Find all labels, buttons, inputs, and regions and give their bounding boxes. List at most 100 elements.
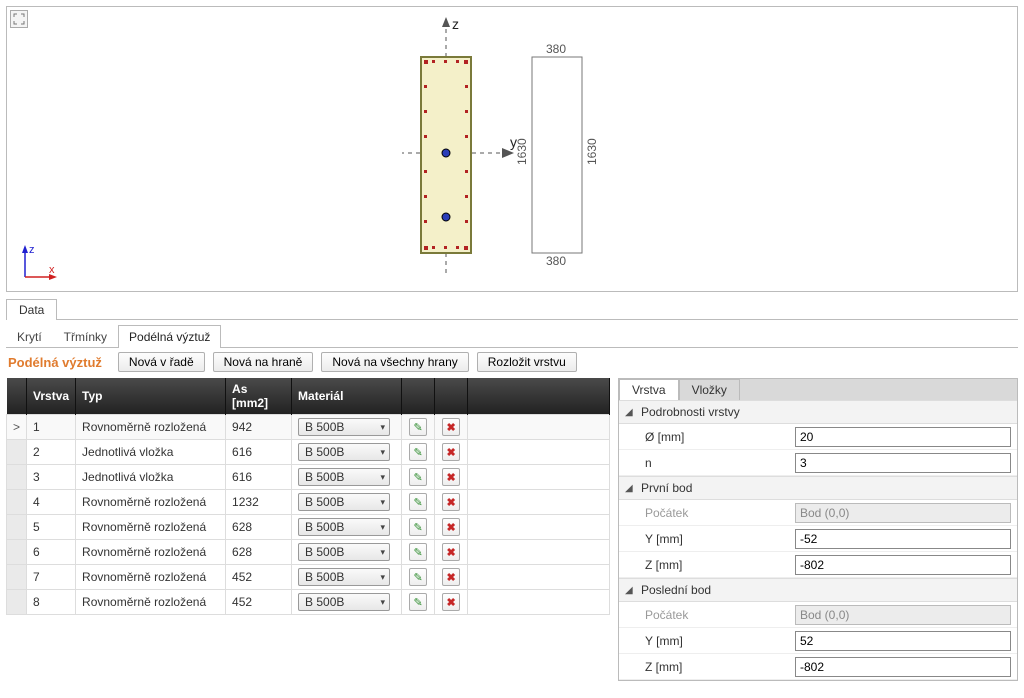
cell-as[interactable]: 1232	[226, 490, 292, 515]
table-row[interactable]: >1Rovnoměrně rozložená942B 500B▾✎✖	[7, 415, 610, 440]
edit-material-button[interactable]: ✎	[409, 543, 427, 561]
cell-as[interactable]: 452	[226, 590, 292, 615]
cell-material[interactable]: B 500B▾	[292, 590, 402, 615]
cell-vrstva[interactable]: 6	[27, 540, 76, 565]
cell-vrstva[interactable]: 4	[27, 490, 76, 515]
cell-material[interactable]: B 500B▾	[292, 440, 402, 465]
delete-row-button[interactable]: ✖	[442, 493, 460, 511]
material-dropdown[interactable]: B 500B▾	[298, 493, 390, 511]
reinforcement-grid[interactable]: Vrstva Typ As [mm2] Materiál >1Rovnoměrn…	[6, 378, 610, 681]
tab-vrstva[interactable]: Vrstva	[619, 379, 679, 400]
table-row[interactable]: 2Jednotlivá vložka616 B 500B▾ ✎ ✖	[7, 440, 610, 465]
cell-typ[interactable]: Rovnoměrně rozložená	[76, 490, 226, 515]
table-row[interactable]: 4Rovnoměrně rozložená1232 B 500B▾ ✎ ✖	[7, 490, 610, 515]
cell-spacer	[468, 540, 610, 565]
edit-material-button[interactable]: ✎	[409, 443, 427, 461]
tab-data[interactable]: Data	[6, 299, 57, 320]
tab-trminky[interactable]: Třmínky	[53, 325, 118, 348]
table-row[interactable]: 7Rovnoměrně rozložená452 B 500B▾ ✎ ✖	[7, 565, 610, 590]
cell-as[interactable]: 628	[226, 515, 292, 540]
material-dropdown[interactable]: B 500B▾	[298, 468, 390, 486]
delete-row-button[interactable]: ✖	[442, 568, 460, 586]
cell-as[interactable]: 616	[226, 465, 292, 490]
row-indicator	[7, 440, 27, 465]
cell-vrstva[interactable]: 2	[27, 440, 76, 465]
input-y-last[interactable]	[795, 631, 1011, 651]
cell-typ[interactable]: Rovnoměrně rozložená	[76, 540, 226, 565]
cell-vrstva[interactable]: 8	[27, 590, 76, 615]
delete-row-button[interactable]: ✖	[442, 443, 460, 461]
collapse-icon: ◢	[625, 407, 635, 418]
table-row[interactable]: 3Jednotlivá vložka616 B 500B▾ ✎ ✖	[7, 465, 610, 490]
fullscreen-icon	[13, 13, 25, 25]
material-dropdown[interactable]: B 500B▾	[298, 593, 390, 611]
col-material[interactable]: Materiál	[292, 378, 402, 415]
material-dropdown[interactable]: B 500B▾	[298, 418, 390, 436]
cell-vrstva[interactable]: 5	[27, 515, 76, 540]
edit-material-button[interactable]: ✎	[409, 593, 427, 611]
edit-material-button[interactable]: ✎	[409, 468, 427, 486]
collapse-icon: ◢	[625, 585, 635, 596]
group-posledni-bod[interactable]: ◢ Poslední bod	[619, 578, 1017, 602]
svg-text:1630: 1630	[585, 138, 599, 165]
edit-material-button[interactable]: ✎	[409, 568, 427, 586]
cell-material[interactable]: B 500B▾	[292, 540, 402, 565]
cell-as[interactable]: 616	[226, 440, 292, 465]
btn-nova-v-rade[interactable]: Nová v řadě	[118, 352, 205, 372]
cross-section-viewport[interactable]: z y	[6, 6, 1018, 292]
material-dropdown[interactable]: B 500B▾	[298, 568, 390, 586]
input-z-first[interactable]	[795, 555, 1011, 575]
cell-material[interactable]: B 500B▾	[292, 565, 402, 590]
input-z-last[interactable]	[795, 657, 1011, 677]
delete-row-button[interactable]: ✖	[442, 543, 460, 561]
input-n[interactable]	[795, 453, 1011, 473]
chevron-down-icon: ▾	[381, 447, 386, 458]
cell-as[interactable]: 452	[226, 565, 292, 590]
col-vrstva[interactable]: Vrstva	[27, 378, 76, 415]
input-y-first[interactable]	[795, 529, 1011, 549]
input-diameter[interactable]	[795, 427, 1011, 447]
cell-as[interactable]: 628	[226, 540, 292, 565]
delete-row-button[interactable]: ✖	[442, 418, 460, 436]
edit-material-button[interactable]: ✎	[409, 493, 427, 511]
table-row[interactable]: 8Rovnoměrně rozložená452 B 500B▾ ✎ ✖	[7, 590, 610, 615]
cell-material[interactable]: B 500B▾	[292, 515, 402, 540]
cell-typ[interactable]: Jednotlivá vložka	[76, 440, 226, 465]
material-dropdown[interactable]: B 500B▾	[298, 518, 390, 536]
btn-nova-na-hrane[interactable]: Nová na hraně	[213, 352, 314, 372]
delete-row-button[interactable]: ✖	[442, 468, 460, 486]
cell-as[interactable]: 942	[226, 415, 292, 440]
material-dropdown[interactable]: B 500B▾	[298, 443, 390, 461]
cell-material[interactable]: B 500B▾	[292, 415, 402, 440]
cell-typ[interactable]: Rovnoměrně rozložená	[76, 515, 226, 540]
fullscreen-button[interactable]	[10, 10, 28, 28]
cell-delete: ✖	[435, 540, 468, 565]
cell-vrstva[interactable]: 7	[27, 565, 76, 590]
edit-material-button[interactable]: ✎	[409, 518, 427, 536]
cell-material[interactable]: B 500B▾	[292, 490, 402, 515]
btn-nova-na-vsechny-hrany[interactable]: Nová na všechny hrany	[321, 352, 468, 372]
delete-row-button[interactable]: ✖	[442, 518, 460, 536]
delete-row-button[interactable]: ✖	[442, 593, 460, 611]
tab-podelna-vyztuz[interactable]: Podélná výztuž	[118, 325, 221, 348]
table-row[interactable]: 5Rovnoměrně rozložená628 B 500B▾ ✎ ✖	[7, 515, 610, 540]
cell-typ[interactable]: Rovnoměrně rozložená	[76, 590, 226, 615]
cell-spacer	[468, 590, 610, 615]
tab-vlozky[interactable]: Vložky	[679, 379, 740, 400]
table-row[interactable]: 6Rovnoměrně rozložená628 B 500B▾ ✎ ✖	[7, 540, 610, 565]
cell-typ[interactable]: Jednotlivá vložka	[76, 465, 226, 490]
cell-vrstva[interactable]: 1	[27, 415, 76, 440]
group-prvni-bod[interactable]: ◢ První bod	[619, 476, 1017, 500]
tab-kryti[interactable]: Krytí	[6, 325, 53, 348]
btn-rozlozit-vrstvu[interactable]: Rozložit vrstvu	[477, 352, 577, 372]
cell-vrstva[interactable]: 3	[27, 465, 76, 490]
group-podrobnosti[interactable]: ◢ Podrobnosti vrstvy	[619, 400, 1017, 424]
edit-material-button[interactable]: ✎	[409, 418, 427, 436]
material-dropdown[interactable]: B 500B▾	[298, 543, 390, 561]
col-as[interactable]: As [mm2]	[226, 378, 292, 415]
cell-typ[interactable]: Rovnoměrně rozložená	[76, 415, 226, 440]
col-typ[interactable]: Typ	[76, 378, 226, 415]
col-edit	[402, 378, 435, 415]
cell-typ[interactable]: Rovnoměrně rozložená	[76, 565, 226, 590]
cell-material[interactable]: B 500B▾	[292, 465, 402, 490]
